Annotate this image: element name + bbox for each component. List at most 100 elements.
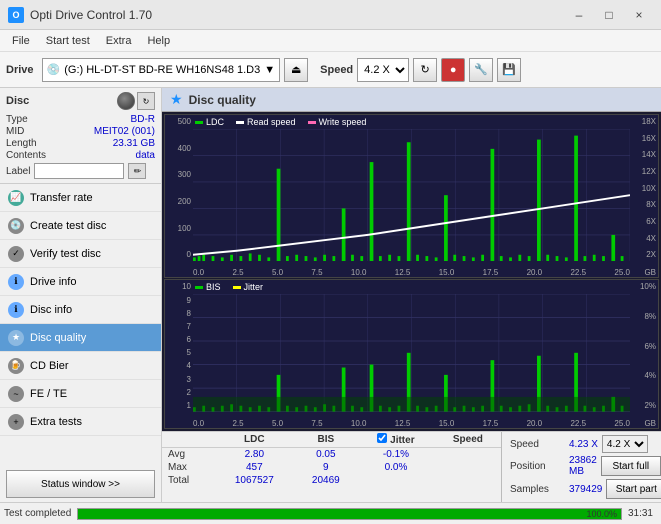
drive-dropdown-icon[interactable]: ▼: [264, 64, 275, 76]
position-right-label: Position: [510, 461, 565, 472]
menu-help[interactable]: Help: [139, 33, 178, 49]
x2-17.5: 17.5: [483, 419, 499, 428]
max-jitter: 0.0%: [357, 461, 435, 474]
read-speed-legend-item: Read speed: [236, 117, 296, 127]
eject-button[interactable]: ⏏: [284, 58, 308, 82]
verify-test-disc-icon: ✓: [8, 246, 24, 262]
y2-right-10pct: 10%: [640, 282, 656, 291]
disc-refresh-btn[interactable]: ↻: [137, 92, 155, 110]
avg-bis: 0.05: [294, 448, 357, 462]
scan-button[interactable]: ●: [441, 58, 465, 82]
jitter-checkbox[interactable]: [377, 433, 387, 443]
bis-chart: BIS Jitter 10 9 8 7 6 5 4 3: [164, 279, 659, 429]
cd-bier-icon: 🍺: [8, 358, 24, 374]
chart2-plot: [193, 294, 630, 412]
nav-label-create-test-disc: Create test disc: [30, 220, 106, 232]
menu-file[interactable]: File: [4, 33, 38, 49]
y-right-18x: 18X: [642, 117, 656, 126]
chart2-svg: [193, 294, 630, 412]
speed-select[interactable]: 4.2 X 8X 12X: [357, 58, 409, 82]
refresh-button[interactable]: ↻: [413, 58, 437, 82]
stats-main: LDC BIS Jitter Speed Avg 2.80 0.05: [162, 432, 501, 502]
chart2-x-labels: 0.0 2.5 5.0 7.5 10.0 12.5 15.0 17.5 20.0…: [193, 419, 630, 428]
x-label-25.0: 25.0: [614, 268, 630, 277]
start-full-button[interactable]: Start full: [601, 456, 661, 476]
write-speed-legend-dot: [308, 121, 316, 124]
save-button[interactable]: 💾: [497, 58, 521, 82]
disc-header: Disc ↻: [6, 92, 155, 110]
minimize-button[interactable]: –: [565, 4, 593, 26]
speed-right-select[interactable]: 4.2 X: [602, 435, 648, 453]
x-label-7.5: 7.5: [311, 268, 322, 277]
disc-quality-header: ★ Disc quality: [162, 88, 661, 112]
sidebar-item-disc-info[interactable]: ℹ Disc info: [0, 296, 161, 324]
disc-type-label: Type: [6, 114, 28, 125]
sidebar-item-extra-tests[interactable]: + Extra tests: [0, 408, 161, 436]
start-part-button[interactable]: Start part: [606, 479, 661, 499]
disc-length-value: 23.31 GB: [113, 138, 155, 149]
samples-right-label: Samples: [510, 484, 565, 495]
y2-right-2pct: 2%: [644, 401, 656, 410]
main-area: Disc ↻ Type BD-R MID MEIT02 (001) Length…: [0, 88, 661, 502]
close-button[interactable]: ×: [625, 4, 653, 26]
sidebar-item-drive-info[interactable]: ℹ Drive info: [0, 268, 161, 296]
y-right-12x: 12X: [642, 167, 656, 176]
stats-two-col: LDC BIS Jitter Speed Avg 2.80 0.05: [162, 432, 661, 502]
nav-label-transfer-rate: Transfer rate: [30, 192, 93, 204]
drive-selector[interactable]: 💿 (G:) HL-DT-ST BD-RE WH16NS48 1.D3 ▼: [42, 58, 281, 82]
disc-type-row: Type BD-R: [6, 114, 155, 125]
disc-label-edit-btn[interactable]: ✏: [128, 163, 146, 179]
sidebar-item-disc-quality[interactable]: ★ Disc quality: [0, 324, 161, 352]
y2-right-8pct: 8%: [644, 312, 656, 321]
options-button[interactable]: 🔧: [469, 58, 493, 82]
charts-area: LDC Read speed Write speed 500 400 300: [162, 112, 661, 431]
read-speed-legend-label: Read speed: [247, 117, 296, 127]
total-label: Total: [162, 474, 214, 487]
total-jitter: [357, 474, 435, 487]
bis-legend-dot: [195, 286, 203, 289]
extra-tests-icon: +: [8, 414, 24, 430]
x-label-20.0: 20.0: [527, 268, 543, 277]
sidebar-item-create-test-disc[interactable]: 💿 Create test disc: [0, 212, 161, 240]
transfer-rate-icon: 📈: [8, 190, 24, 206]
status-window-button[interactable]: Status window >>: [6, 470, 155, 498]
y2-right-4pct: 4%: [644, 371, 656, 380]
stats-area: LDC BIS Jitter Speed Avg 2.80 0.05: [162, 431, 661, 502]
bis-legend-label: BIS: [206, 282, 221, 292]
sidebar: Disc ↻ Type BD-R MID MEIT02 (001) Length…: [0, 88, 162, 502]
sidebar-item-cd-bier[interactable]: 🍺 CD Bier: [0, 352, 161, 380]
menu-start-test[interactable]: Start test: [38, 33, 98, 49]
disc-length-row: Length 23.31 GB: [6, 138, 155, 149]
disc-label-input[interactable]: [34, 163, 124, 179]
jitter-legend-label: Jitter: [244, 282, 264, 292]
disc-mid-value: MEIT02 (001): [94, 126, 155, 137]
x2-7.5: 7.5: [311, 419, 322, 428]
status-text: Test completed: [4, 508, 71, 519]
y-label-0: 0: [167, 250, 191, 259]
max-bis: 9: [294, 461, 357, 474]
position-right-row: Position 23862 MB Start full: [506, 454, 657, 478]
sidebar-item-transfer-rate[interactable]: 📈 Transfer rate: [0, 184, 161, 212]
disc-quality-icon: ★: [8, 330, 24, 346]
disc-contents-value: data: [136, 150, 155, 161]
read-speed-legend-dot: [236, 121, 244, 124]
chart2-gb-label: GB: [644, 419, 656, 428]
col-jitter-check: Jitter: [357, 432, 435, 448]
y2-label-2: 2: [167, 388, 191, 397]
disc-length-label: Length: [6, 138, 37, 149]
sidebar-item-verify-test-disc[interactable]: ✓ Verify test disc: [0, 240, 161, 268]
avg-label: Avg: [162, 448, 214, 462]
menu-extra[interactable]: Extra: [98, 33, 140, 49]
y-right-6x: 6X: [646, 217, 656, 226]
app-icon: O: [8, 7, 24, 23]
toolbar: Drive 💿 (G:) HL-DT-ST BD-RE WH16NS48 1.D…: [0, 52, 661, 88]
drive-value: (G:) HL-DT-ST BD-RE WH16NS48 1.D3: [64, 64, 260, 76]
x2-22.5: 22.5: [570, 419, 586, 428]
y-label-200: 200: [167, 197, 191, 206]
nav-items: 📈 Transfer rate 💿 Create test disc ✓ Ver…: [0, 184, 161, 466]
y-label-500: 500: [167, 117, 191, 126]
avg-ldc: 2.80: [214, 448, 294, 462]
stats-max-row: Max 457 9 0.0%: [162, 461, 501, 474]
maximize-button[interactable]: □: [595, 4, 623, 26]
sidebar-item-fe-te[interactable]: ~ FE / TE: [0, 380, 161, 408]
